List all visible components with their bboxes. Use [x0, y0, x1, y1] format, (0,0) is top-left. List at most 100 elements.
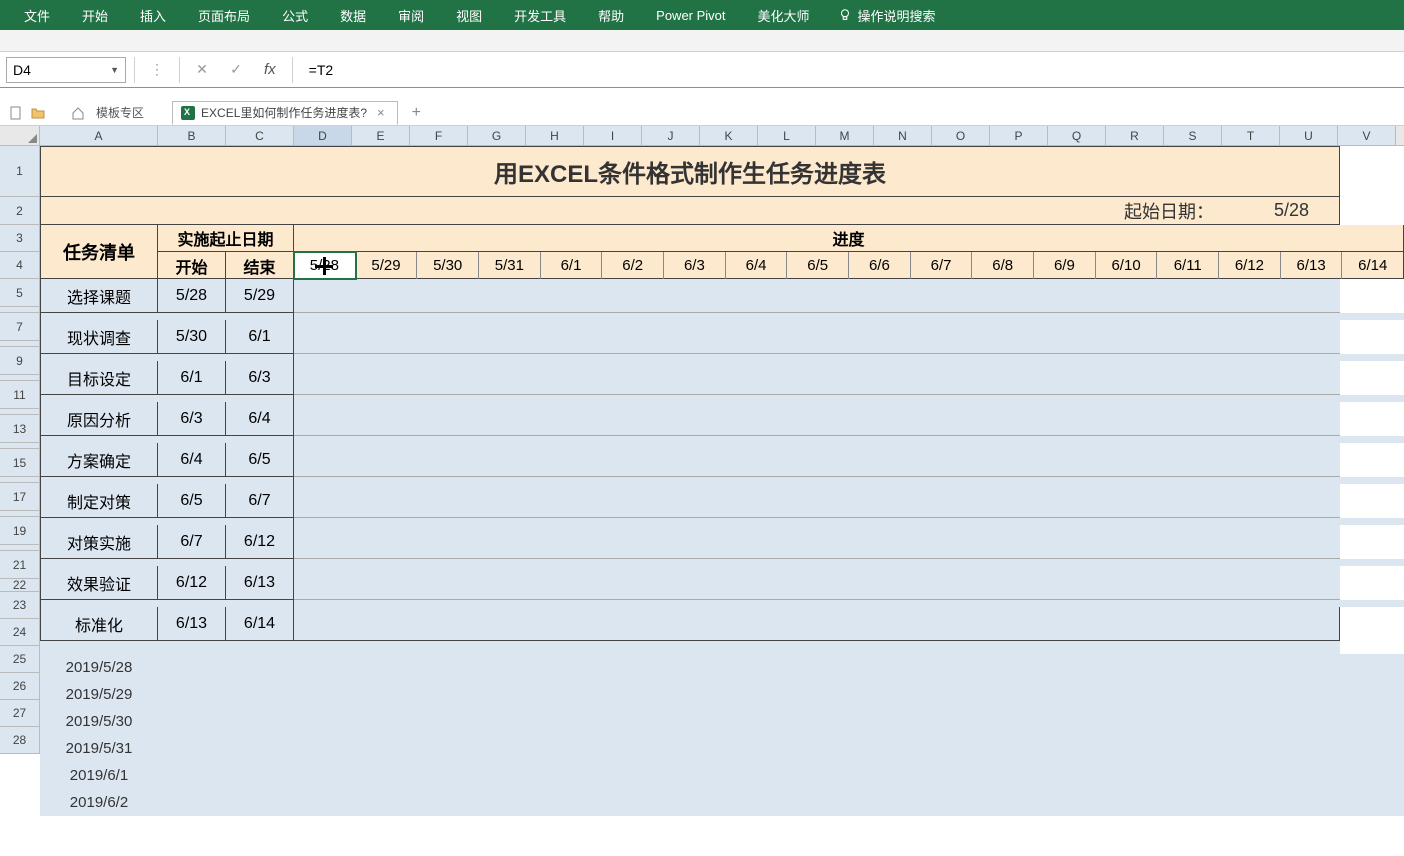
date-list-cell[interactable]: 2019/6/1 — [40, 762, 158, 789]
row-header[interactable]: 27 — [0, 700, 40, 727]
ribbon-tab[interactable]: 开始 — [66, 0, 124, 30]
task-progress-area[interactable] — [294, 484, 1340, 518]
progress-date-cell[interactable]: 5/28 — [294, 252, 356, 279]
fx-dropdown[interactable]: ⋮ — [143, 57, 171, 83]
row-header[interactable]: 28 — [0, 727, 40, 754]
date-list-cell[interactable]: 2019/5/28 — [40, 654, 158, 681]
row-header[interactable]: 22 — [0, 579, 40, 592]
ribbon-tab[interactable]: Power Pivot — [640, 0, 741, 30]
task-name-cell[interactable]: 选择课题 — [40, 279, 158, 313]
ribbon-tab[interactable]: 页面布局 — [182, 0, 266, 30]
column-header[interactable]: Q — [1048, 126, 1106, 145]
progress-date-cell[interactable]: 6/10 — [1096, 252, 1158, 279]
task-progress-area[interactable] — [294, 320, 1340, 354]
row-header[interactable]: 13 — [0, 415, 40, 443]
date-list-cell[interactable]: 2019/5/31 — [40, 735, 158, 762]
column-header[interactable]: B — [158, 126, 226, 145]
column-header[interactable]: H — [526, 126, 584, 145]
row-header[interactable]: 1 — [0, 146, 40, 197]
new-tab-button[interactable]: + — [404, 104, 429, 122]
task-name-cell[interactable]: 目标设定 — [40, 361, 158, 395]
progress-date-cell[interactable]: 6/4 — [726, 252, 788, 279]
task-name-cell[interactable]: 对策实施 — [40, 525, 158, 559]
home-icon[interactable] — [70, 105, 86, 121]
ribbon-tab[interactable]: 开发工具 — [498, 0, 582, 30]
column-header[interactable]: G — [468, 126, 526, 145]
title-cell[interactable]: 用EXCEL条件格式制作生任务进度表 — [40, 146, 1340, 197]
progress-date-cell[interactable]: 5/30 — [417, 252, 479, 279]
row-header[interactable]: 9 — [0, 347, 40, 375]
name-box[interactable]: D4 ▼ — [6, 57, 126, 83]
ribbon-tab[interactable]: 视图 — [440, 0, 498, 30]
task-progress-area[interactable] — [294, 279, 1340, 313]
column-header[interactable]: P — [990, 126, 1048, 145]
task-progress-area[interactable] — [294, 443, 1340, 477]
template-area-label[interactable]: 模板专区 — [96, 104, 144, 121]
task-start-cell[interactable]: 6/5 — [158, 484, 226, 518]
task-start-cell[interactable]: 6/7 — [158, 525, 226, 559]
column-header[interactable]: N — [874, 126, 932, 145]
column-header[interactable]: E — [352, 126, 410, 145]
task-name-cell[interactable]: 标准化 — [40, 607, 158, 641]
ribbon-tab[interactable]: 文件 — [8, 0, 66, 30]
progress-date-cell[interactable]: 6/3 — [664, 252, 726, 279]
progress-date-cell[interactable]: 5/29 — [356, 252, 418, 279]
task-start-cell[interactable]: 6/1 — [158, 361, 226, 395]
task-end-cell[interactable]: 6/5 — [226, 443, 294, 477]
column-header[interactable]: U — [1280, 126, 1338, 145]
date-list-cell[interactable]: 2019/5/29 — [40, 681, 158, 708]
close-tab-icon[interactable]: × — [373, 105, 389, 120]
column-header[interactable]: M — [816, 126, 874, 145]
tell-me-search[interactable]: 操作说明搜索 — [826, 6, 948, 25]
task-progress-area[interactable] — [294, 402, 1340, 436]
row-header[interactable]: 4 — [0, 252, 40, 279]
column-header[interactable]: S — [1164, 126, 1222, 145]
end-header[interactable]: 结束 — [226, 252, 293, 279]
ribbon-tab[interactable]: 美化大师 — [742, 0, 826, 30]
row-header[interactable]: 3 — [0, 225, 40, 252]
task-name-cell[interactable]: 原因分析 — [40, 402, 158, 436]
ribbon-tab[interactable]: 插入 — [124, 0, 182, 30]
accept-formula-button[interactable]: ✓ — [222, 57, 250, 83]
select-all-corner[interactable] — [0, 126, 40, 145]
row-header[interactable]: 19 — [0, 517, 40, 545]
task-progress-area[interactable] — [294, 525, 1340, 559]
progress-date-cell[interactable]: 6/2 — [602, 252, 664, 279]
row-header[interactable]: 17 — [0, 483, 40, 511]
task-start-cell[interactable]: 5/30 — [158, 320, 226, 354]
task-name-cell[interactable]: 现状调查 — [40, 320, 158, 354]
column-header[interactable]: K — [700, 126, 758, 145]
progress-date-cell[interactable]: 6/11 — [1157, 252, 1219, 279]
task-start-cell[interactable]: 6/12 — [158, 566, 226, 600]
task-end-cell[interactable]: 6/1 — [226, 320, 294, 354]
task-progress-area[interactable] — [294, 607, 1340, 641]
task-list-header[interactable]: 任务清单 — [40, 225, 158, 279]
formula-input[interactable] — [301, 57, 1404, 83]
ribbon-tab[interactable]: 公式 — [266, 0, 324, 30]
progress-date-cell[interactable]: 6/13 — [1281, 252, 1343, 279]
task-name-cell[interactable]: 方案确定 — [40, 443, 158, 477]
task-end-cell[interactable]: 6/12 — [226, 525, 294, 559]
task-end-cell[interactable]: 6/3 — [226, 361, 294, 395]
row-header[interactable]: 5 — [0, 279, 40, 307]
new-file-icon[interactable] — [8, 105, 24, 121]
start-date-row[interactable]: 起始日期：5/28 — [40, 197, 1340, 225]
row-header[interactable]: 11 — [0, 381, 40, 409]
column-header[interactable]: R — [1106, 126, 1164, 145]
task-end-cell[interactable]: 6/4 — [226, 402, 294, 436]
column-header[interactable]: T — [1222, 126, 1280, 145]
cancel-formula-button[interactable]: ✕ — [188, 57, 216, 83]
progress-date-cell[interactable]: 6/5 — [787, 252, 849, 279]
task-start-cell[interactable]: 5/28 — [158, 279, 226, 313]
progress-date-cell[interactable]: 6/6 — [849, 252, 911, 279]
progress-date-cell[interactable]: 6/12 — [1219, 252, 1281, 279]
task-progress-area[interactable] — [294, 566, 1340, 600]
row-header[interactable]: 25 — [0, 646, 40, 673]
task-end-cell[interactable]: 6/14 — [226, 607, 294, 641]
task-start-cell[interactable]: 6/3 — [158, 402, 226, 436]
document-tab[interactable]: EXCEL里如何制作任务进度表? × — [172, 101, 398, 125]
row-header[interactable]: 23 — [0, 592, 40, 619]
ribbon-tab[interactable]: 帮助 — [582, 0, 640, 30]
start-header[interactable]: 开始 — [158, 252, 226, 279]
date-list-cell[interactable]: 2019/6/2 — [40, 789, 158, 816]
